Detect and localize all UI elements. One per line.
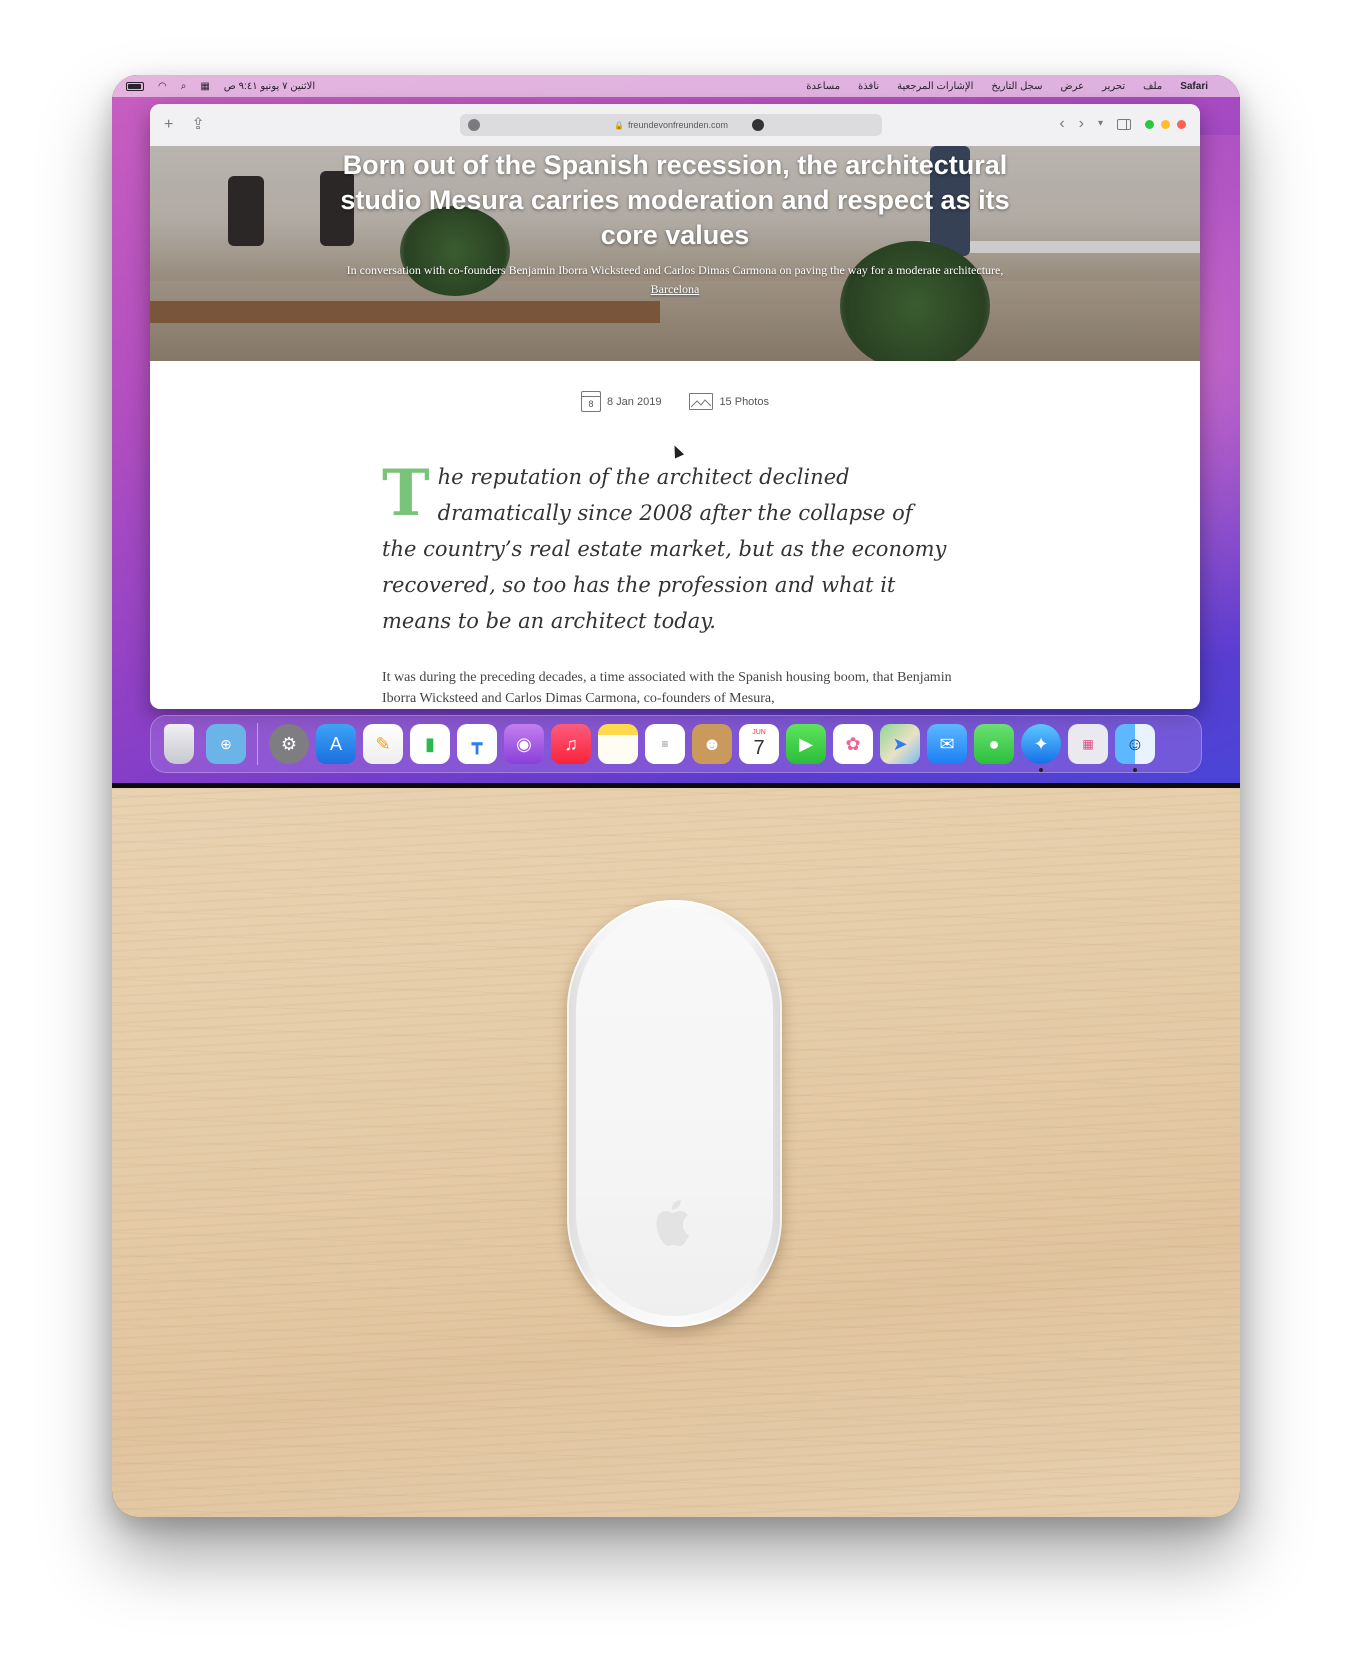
safari-toolbar: + ⇪ 🔒 freundevonfreunden.com ‹ › ▾ — [150, 104, 1200, 146]
article-subtitle: In conversation with co-founders Benjami… — [150, 261, 1200, 299]
menu-items: Safari ملف تحرير عرض سجل التاريخ الإشارا… — [806, 81, 1226, 92]
sidebar-icon[interactable] — [1117, 118, 1131, 130]
launchpad-icon[interactable]: ▦ — [1068, 724, 1108, 764]
subtitle-text: In conversation with co-founders Benjami… — [346, 263, 1004, 277]
safari-icon[interactable]: ✦ — [1021, 724, 1061, 772]
article-title: Born out of the Spanish recession, the a… — [340, 150, 1010, 250]
numbers-icon[interactable]: ▮ — [410, 724, 450, 764]
zoom-button[interactable] — [1145, 119, 1154, 129]
photo-icon — [689, 393, 714, 410]
calendar-month: JUN — [752, 729, 766, 736]
article-meta: 8 8 Jan 2019 15 Photos — [150, 391, 1200, 412]
system-preferences-icon[interactable]: ⚙ — [269, 724, 309, 764]
photos-count: 15 Photos — [719, 395, 769, 408]
address-bar[interactable]: 🔒 freundevonfreunden.com — [460, 114, 882, 136]
photos-item[interactable]: 15 Photos — [689, 391, 769, 412]
drop-cap: T — [382, 456, 430, 531]
lede-text: he reputation of the architect declined … — [382, 465, 947, 633]
safari-window: + ⇪ 🔒 freundevonfreunden.com ‹ › ▾ Born … — [150, 104, 1200, 709]
date-item: 8 8 Jan 2019 — [581, 391, 661, 412]
new-tab-icon[interactable]: + — [164, 117, 173, 133]
app-store-icon[interactable]: A — [316, 724, 356, 764]
close-button[interactable] — [1177, 119, 1186, 129]
contacts-icon[interactable]: ☻ — [692, 724, 732, 764]
calendar-day: 7 — [753, 737, 765, 759]
minimize-button[interactable] — [1161, 119, 1170, 129]
downloads-folder-icon[interactable]: ⊕ — [206, 724, 246, 764]
clock[interactable]: الاثنين ٧ يونيو ٩:٤١ ص — [224, 81, 315, 92]
keynote-icon[interactable]: ┳ — [457, 724, 497, 764]
battery-icon[interactable] — [126, 81, 144, 91]
menu-history[interactable]: سجل التاريخ — [991, 81, 1042, 92]
lock-icon: 🔒 — [613, 120, 624, 130]
messages-icon[interactable]: ● — [974, 724, 1014, 764]
share-icon[interactable]: ⇪ — [191, 117, 204, 133]
apple-logo-icon — [656, 1200, 689, 1246]
music-icon[interactable]: ♫ — [551, 724, 591, 764]
article-lede: The reputation of the architect declined… — [382, 459, 952, 639]
spotlight-icon[interactable]: ⌕ — [181, 81, 187, 92]
control-center-icon[interactable]: ▦ — [200, 81, 209, 92]
article-date: 8 Jan 2019 — [607, 395, 662, 408]
privacy-shield-icon[interactable] — [468, 119, 480, 131]
mouse-surface — [576, 908, 773, 1316]
calendar-icon: 8 — [581, 391, 601, 412]
facetime-icon[interactable]: ▶ — [786, 724, 826, 764]
forward-icon[interactable]: › — [1079, 116, 1084, 132]
mac-screen: الاثنين ٧ يونيو ٩:٤١ ص ▦ ⌕ ◠ Safari ملف … — [112, 75, 1240, 783]
finder-icon[interactable]: ☺ — [1115, 724, 1155, 772]
menu-file[interactable]: ملف — [1143, 81, 1162, 92]
status-area: الاثنين ٧ يونيو ٩:٤١ ص ▦ ⌕ ◠ — [126, 81, 315, 92]
hero-image: Born out of the Spanish recession, the a… — [150, 146, 1200, 361]
toolbar-left: + ⇪ — [164, 117, 205, 133]
menu-app-name[interactable]: Safari — [1180, 81, 1208, 92]
calendar-icon[interactable]: JUN 7 — [739, 724, 779, 764]
pages-icon[interactable]: ✎ — [363, 724, 403, 764]
window-controls — [1145, 119, 1186, 129]
wifi-icon[interactable]: ◠ — [158, 81, 167, 92]
reader-icon[interactable] — [752, 119, 764, 131]
url-text: freundevonfreunden.com — [627, 120, 729, 130]
back-icon[interactable]: ‹ — [1059, 116, 1064, 132]
toolbar-right: ‹ › ▾ — [1059, 116, 1186, 132]
podcasts-icon[interactable]: ◉ — [504, 724, 544, 764]
menu-bookmarks[interactable]: الإشارات المرجعية — [897, 81, 973, 92]
article-paragraph: It was during the preceding decades, a t… — [382, 670, 952, 706]
article-body: The reputation of the architect declined… — [382, 459, 952, 709]
dock: ⊕ ⚙ A ✎ ▮ ┳ ◉ ♫ ≡ ☻ JUN 7 ▶ ✿ ➤ ✉ ● ✦ ▦ … — [150, 715, 1202, 773]
mail-icon[interactable]: ✉ — [927, 724, 967, 764]
notes-icon[interactable] — [598, 724, 638, 764]
photos-icon[interactable]: ✿ — [833, 724, 873, 764]
device-frame: الاثنين ٧ يونيو ٩:٤١ ص ▦ ⌕ ◠ Safari ملف … — [112, 75, 1240, 1517]
menu-view[interactable]: عرض — [1061, 81, 1085, 92]
menu-bar: الاثنين ٧ يونيو ٩:٤١ ص ▦ ⌕ ◠ Safari ملف … — [112, 75, 1240, 97]
chevron-down-icon[interactable]: ▾ — [1098, 116, 1103, 132]
menu-edit[interactable]: تحرير — [1102, 81, 1125, 92]
menu-window[interactable]: نافذة — [858, 81, 879, 92]
menu-help[interactable]: مساعدة — [806, 81, 840, 92]
magic-mouse — [567, 900, 782, 1327]
mouse-cursor-icon — [669, 443, 685, 459]
desk-surface — [112, 788, 1240, 1517]
dock-separator — [257, 723, 258, 765]
maps-icon[interactable]: ➤ — [880, 724, 920, 764]
location-link[interactable]: Barcelona — [651, 282, 700, 296]
trash-icon[interactable] — [164, 724, 194, 764]
reminders-icon[interactable]: ≡ — [645, 724, 685, 764]
